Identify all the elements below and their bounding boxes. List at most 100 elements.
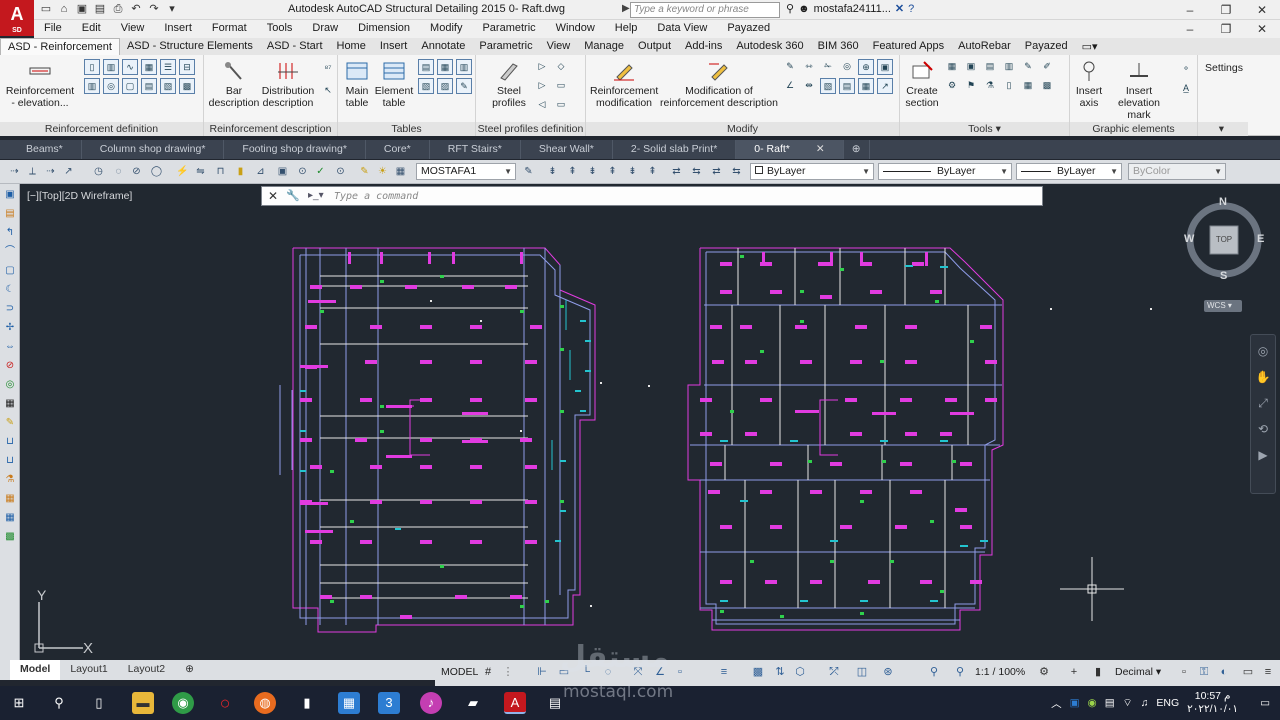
modify-tool-icon[interactable]: ▣ bbox=[877, 59, 893, 75]
windows-start-icon[interactable]: ⊞ bbox=[8, 692, 30, 714]
tab-parametric[interactable]: Parametric bbox=[472, 38, 539, 55]
snap-icon[interactable]: ⋮ bbox=[501, 665, 515, 679]
command-input[interactable]: Type a command bbox=[334, 191, 418, 202]
dynamic-ucs-icon[interactable]: ⤱ bbox=[827, 665, 841, 679]
autocad-taskbar-icon[interactable]: A bbox=[504, 692, 526, 714]
notifications-icon[interactable]: ▭ bbox=[1260, 697, 1270, 709]
new-tab-icon[interactable]: ⊕ bbox=[844, 140, 870, 159]
left-tool-icon[interactable]: ✢ bbox=[2, 320, 18, 336]
isolate-objects-icon[interactable]: ◐ bbox=[1217, 665, 1231, 679]
doc-minimize-icon[interactable]: – bbox=[1172, 20, 1208, 38]
redo-icon[interactable]: ↷ bbox=[146, 2, 162, 17]
panel-title[interactable]: Tools ▾ bbox=[900, 122, 1069, 136]
tab-asd-reinforcement[interactable]: ASD - Reinforcement bbox=[0, 38, 120, 55]
user-icon[interactable]: ☻ bbox=[798, 3, 810, 15]
table-tool-icon[interactable]: ✎ bbox=[456, 78, 472, 94]
toolbar-icon[interactable]: ⚡ bbox=[176, 165, 189, 178]
rebar-tool-icon[interactable]: ▥ bbox=[103, 59, 119, 75]
toolbar-icon[interactable]: ⊙ bbox=[296, 165, 309, 178]
layer-tool-icon[interactable]: ⇞ bbox=[566, 165, 579, 178]
menu-parametric[interactable]: Parametric bbox=[472, 20, 545, 38]
table-tool-icon[interactable]: ▧ bbox=[418, 78, 434, 94]
tools-icon[interactable]: ⚑ bbox=[963, 78, 979, 94]
graphic-tool-icon[interactable]: A̲ bbox=[1178, 81, 1194, 97]
toolbar-icon[interactable]: ⊓ bbox=[214, 165, 227, 178]
tab-output[interactable]: Output bbox=[631, 38, 678, 55]
file-tab[interactable]: Core* bbox=[366, 140, 430, 159]
close-command-icon[interactable]: ✕ bbox=[268, 189, 278, 203]
tab-asd-structure-elements[interactable]: ASD - Structure Elements bbox=[120, 38, 260, 55]
store-icon[interactable]: ▦ bbox=[338, 692, 360, 714]
steering-wheel-icon[interactable]: ◎ bbox=[1253, 341, 1273, 361]
volume-icon[interactable]: ♫ bbox=[1140, 697, 1148, 709]
viewport-controls[interactable]: [−][Top][2D Wireframe] bbox=[27, 190, 132, 202]
annotation-visibility-icon[interactable]: ⚲ bbox=[927, 665, 941, 679]
left-tool-icon[interactable]: ⊃ bbox=[2, 301, 18, 317]
tools-icon[interactable]: ✐ bbox=[1039, 59, 1055, 75]
model-space-button[interactable]: MODEL bbox=[441, 666, 478, 678]
toolbar-icon[interactable]: ⟂ bbox=[26, 165, 39, 178]
main-table-button[interactable]: Main table bbox=[340, 60, 374, 109]
tools-icon[interactable]: ▤ bbox=[982, 59, 998, 75]
object-snap-icon[interactable]: ▫ bbox=[673, 665, 687, 679]
new-icon[interactable]: ▭ bbox=[38, 2, 54, 17]
plotstyle-dropdown[interactable]: ByColor ▼ bbox=[1128, 163, 1226, 180]
tab-annotate[interactable]: Annotate bbox=[414, 38, 472, 55]
steel-tool-icon[interactable]: ◁ bbox=[534, 97, 550, 113]
showmotion-icon[interactable]: ▶ bbox=[1253, 445, 1273, 465]
doc-restore-icon[interactable]: ❐ bbox=[1208, 20, 1244, 38]
menu-modify[interactable]: Modify bbox=[420, 20, 472, 38]
orbit-icon[interactable]: ⟲ bbox=[1253, 419, 1273, 439]
tray-app-icon[interactable]: ▣ bbox=[1070, 697, 1080, 709]
tray-app-icon[interactable]: ◉ bbox=[1088, 697, 1097, 709]
left-tool-icon[interactable]: ▩ bbox=[2, 529, 18, 545]
clean-screen-icon[interactable]: ▭ bbox=[1241, 665, 1255, 679]
app-icon[interactable]: ▰ bbox=[462, 692, 484, 714]
layer-tool-icon[interactable]: ⇄ bbox=[670, 165, 683, 178]
tools-icon[interactable]: ▣ bbox=[963, 59, 979, 75]
modify-tool-icon[interactable]: ▦ bbox=[858, 78, 874, 94]
search-icon[interactable]: ⚲ bbox=[48, 692, 70, 714]
tab-model[interactable]: Model bbox=[10, 660, 61, 680]
menu-payazed[interactable]: Payazed bbox=[717, 20, 780, 38]
menu-draw[interactable]: Draw bbox=[302, 20, 348, 38]
linetype-dropdown[interactable]: ByLayer ▼ bbox=[878, 163, 1012, 180]
layer-tool-icon[interactable]: ✎ bbox=[522, 165, 535, 178]
rebar-tool-icon[interactable]: ▧ bbox=[160, 78, 176, 94]
units-dropdown[interactable]: Decimal ▾ bbox=[1115, 666, 1161, 678]
search-input[interactable]: Type a keyword or phrase bbox=[630, 2, 780, 18]
command-line[interactable]: ✕ 🔧 ▸_▾ Type a command bbox=[261, 186, 1043, 206]
left-tool-icon[interactable]: ☾ bbox=[2, 282, 18, 298]
compass-n[interactable]: N bbox=[1219, 196, 1227, 208]
color-dropdown[interactable]: ByLayer ▼ bbox=[750, 163, 874, 180]
toolbar-icon[interactable]: ✎ bbox=[358, 165, 371, 178]
close-window-icon[interactable]: ✕ bbox=[1244, 0, 1280, 20]
customize-icon[interactable]: ≡ bbox=[1261, 665, 1275, 679]
tab-layout2[interactable]: Layout2 bbox=[118, 660, 175, 680]
workspace-icon[interactable]: ⚙ bbox=[1037, 665, 1051, 679]
tools-icon[interactable]: ⚙ bbox=[944, 78, 960, 94]
qat-dropdown-icon[interactable]: ▾ bbox=[164, 2, 180, 17]
rebar-tool-icon[interactable]: ☰ bbox=[160, 59, 176, 75]
settings-button[interactable]: Settings bbox=[1204, 62, 1244, 74]
modify-tool-icon[interactable]: ∠ bbox=[782, 78, 798, 94]
steel-tool-icon[interactable]: ▭ bbox=[553, 78, 569, 94]
file-tab[interactable]: Beams* bbox=[8, 140, 82, 159]
toolbar-icon[interactable]: ◌ bbox=[112, 165, 125, 178]
reinforcement-elevation-button[interactable]: Reinforcement - elevation... bbox=[4, 60, 76, 109]
tab-payazed[interactable]: Payazed bbox=[1018, 38, 1075, 55]
modification-description-button[interactable]: Modification of reinforcement descriptio… bbox=[660, 60, 778, 109]
left-tool-icon[interactable]: ▦ bbox=[2, 491, 18, 507]
selection-cycling-icon[interactable]: ⇅ bbox=[773, 665, 787, 679]
tab-manage[interactable]: Manage bbox=[577, 38, 631, 55]
table-tool-icon[interactable]: ▥ bbox=[456, 59, 472, 75]
table-tool-icon[interactable]: ▨ bbox=[437, 78, 453, 94]
rebar-tool-icon[interactable]: ▦ bbox=[141, 59, 157, 75]
layer-tool-icon[interactable]: ⇟ bbox=[586, 165, 599, 178]
left-tool-icon[interactable]: ✎ bbox=[2, 415, 18, 431]
clock[interactable]: 10:57 م ٢٠٢٢/١٠/٠١ bbox=[1187, 690, 1238, 716]
task-view-icon[interactable]: ▯ bbox=[88, 692, 110, 714]
tab-layout1[interactable]: Layout1 bbox=[60, 660, 117, 680]
tools-icon[interactable]: ▦ bbox=[944, 59, 960, 75]
toolbar-icon[interactable]: ▣ bbox=[276, 165, 289, 178]
